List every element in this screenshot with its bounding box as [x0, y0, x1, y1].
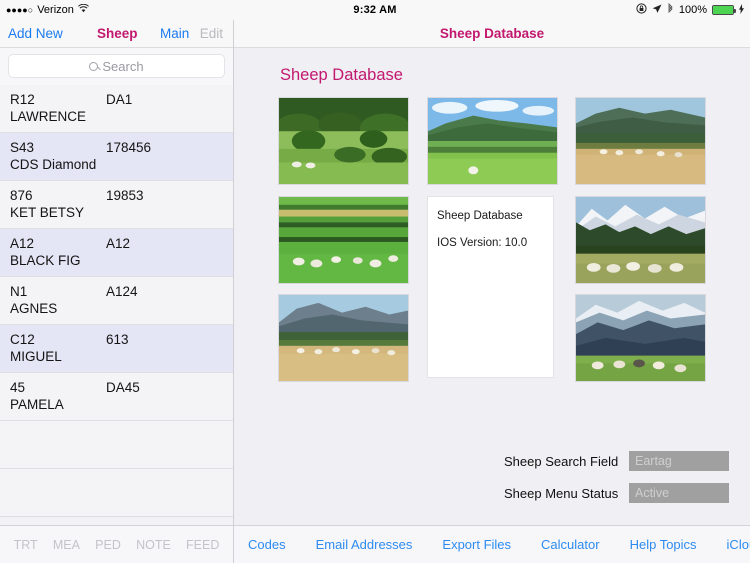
- master-navigation-bar: Add New Sheep Main Edit: [0, 20, 233, 48]
- table-row-top: C12 613: [10, 331, 223, 348]
- detail-toolbar: Codes Email Addresses Export Files Calcu…: [234, 525, 750, 563]
- sheep-photo-snowy-peaks-pines[interactable]: [575, 196, 706, 284]
- row-tag: 178456: [106, 140, 152, 155]
- sheep-photo-green-pasture-trees[interactable]: [278, 97, 409, 185]
- row-tag: DA1: [106, 92, 133, 107]
- toolbar-calculator[interactable]: Calculator: [541, 537, 600, 552]
- sheep-photo-stone-wall-field[interactable]: [278, 196, 409, 284]
- row-name: LAWRENCE: [10, 109, 87, 124]
- row-tag: A12: [106, 236, 131, 251]
- battery-icon: [712, 5, 736, 15]
- toolbar-icloud[interactable]: iCloud: [727, 537, 750, 552]
- toolbar-email-addresses[interactable]: Email Addresses: [316, 537, 413, 552]
- row-name: KET BETSY: [10, 205, 85, 220]
- master-title-sheep: Sheep: [97, 26, 138, 41]
- row-tag: 19853: [106, 188, 144, 203]
- main-button[interactable]: Main: [160, 26, 189, 41]
- tab-note[interactable]: NOTE: [136, 538, 171, 552]
- row-id: N1: [10, 284, 28, 299]
- detail-navigation-bar: Sheep Database: [234, 20, 750, 48]
- sheep-menu-status-value: Active: [635, 486, 670, 500]
- tab-ped[interactable]: PED: [95, 538, 121, 552]
- table-row-top: S43 178456: [10, 139, 223, 156]
- detail-content: Sheep Database Sheep Database IOS Versio…: [234, 48, 750, 525]
- sheep-photo-blue-mountain-ridge[interactable]: [575, 294, 706, 382]
- row-tag: 613: [106, 332, 129, 347]
- row-name: PAMELA: [10, 397, 64, 412]
- empty-row: [0, 469, 233, 517]
- row-id: R12: [10, 92, 35, 107]
- master-tab-bar: TRT MEA PED NOTE FEED: [0, 525, 233, 563]
- tab-mea[interactable]: MEA: [53, 538, 80, 552]
- row-id: C12: [10, 332, 35, 347]
- table-row-top: 45 DA45: [10, 379, 223, 396]
- status-bar: ●●●●○ Verizon 9:32 AM 100%: [0, 0, 750, 20]
- table-row[interactable]: 45 DA45 PAMELA: [0, 373, 233, 421]
- split-view: Add New Sheep Main Edit Search R12 DA1 L…: [0, 20, 750, 563]
- sheep-list[interactable]: R12 DA1 LAWRENCE S43 178456 CDS Diamond …: [0, 85, 233, 525]
- sheep-photo-dry-golden-field[interactable]: [575, 97, 706, 185]
- table-row[interactable]: 876 19853 KET BETSY: [0, 181, 233, 229]
- form-controls: Sheep Search Field Eartag Location Servi…: [504, 450, 750, 514]
- sheep-menu-status-label: Sheep Menu Status: [504, 485, 619, 501]
- sheep-menu-status-input[interactable]: Active: [629, 483, 729, 503]
- detail-panel: Sheep Database Sheep Database Sheep Data…: [234, 20, 750, 563]
- info-card: Sheep Database IOS Version: 10.0: [427, 196, 554, 378]
- form-row-search-field: Sheep Search Field Eartag Location Servi…: [504, 450, 750, 472]
- row-tag: A124: [106, 284, 138, 299]
- search-input[interactable]: Search: [8, 54, 225, 78]
- table-row[interactable]: R12 DA1 LAWRENCE: [0, 85, 233, 133]
- row-name: BLACK FIG: [10, 253, 81, 268]
- table-row[interactable]: C12 613 MIGUEL: [0, 325, 233, 373]
- table-row-top: N1 A124: [10, 283, 223, 300]
- row-tag: DA45: [106, 380, 140, 395]
- row-id: A12: [10, 236, 35, 251]
- sheep-photo-dry-field-mountains[interactable]: [278, 294, 409, 382]
- row-id: 876: [10, 188, 33, 203]
- table-row[interactable]: A12 A12 BLACK FIG: [0, 229, 233, 277]
- search-bar-container: Search: [0, 48, 233, 85]
- sheep-search-field-input[interactable]: Eartag: [629, 451, 729, 471]
- table-row-top: 876 19853: [10, 187, 223, 204]
- row-id: S43: [10, 140, 35, 155]
- sheep-search-field-label: Sheep Search Field: [504, 453, 619, 469]
- toolbar-help-topics[interactable]: Help Topics: [630, 537, 697, 552]
- form-row-menu-status: Sheep Menu Status Active Start Location …: [504, 482, 750, 504]
- search-icon: [89, 61, 99, 71]
- info-card-title: Sheep Database: [437, 210, 523, 222]
- row-name: MIGUEL: [10, 349, 62, 364]
- status-bar-clock: 9:32 AM: [353, 4, 397, 16]
- info-card-version: IOS Version: 10.0: [437, 237, 528, 249]
- master-panel: Add New Sheep Main Edit Search R12 DA1 L…: [0, 20, 234, 563]
- toolbar-codes[interactable]: Codes: [248, 537, 286, 552]
- table-row-top: R12 DA1: [10, 91, 223, 108]
- table-row[interactable]: S43 178456 CDS Diamond: [0, 133, 233, 181]
- table-row[interactable]: N1 A124 AGNES: [0, 277, 233, 325]
- tab-feed[interactable]: FEED: [186, 538, 219, 552]
- empty-row: [0, 421, 233, 469]
- tab-trt[interactable]: TRT: [14, 538, 38, 552]
- row-name: CDS Diamond: [10, 157, 97, 172]
- sheep-search-field-value: Eartag: [635, 454, 672, 468]
- edit-button[interactable]: Edit: [200, 26, 223, 41]
- row-id: 45: [10, 380, 26, 395]
- toolbar-export-files[interactable]: Export Files: [442, 537, 511, 552]
- detail-nav-title: Sheep Database: [439, 26, 545, 41]
- page-title: Sheep Database: [280, 66, 403, 84]
- table-row-top: A12 A12: [10, 235, 223, 252]
- search-placeholder: Search: [102, 58, 144, 74]
- app-window: ●●●●○ Verizon 9:32 AM 100% Add New Sheep…: [0, 0, 750, 563]
- row-name: AGNES: [10, 301, 58, 316]
- sheep-photo-hill-blue-sky[interactable]: [427, 97, 558, 185]
- add-new-button[interactable]: Add New: [8, 26, 63, 41]
